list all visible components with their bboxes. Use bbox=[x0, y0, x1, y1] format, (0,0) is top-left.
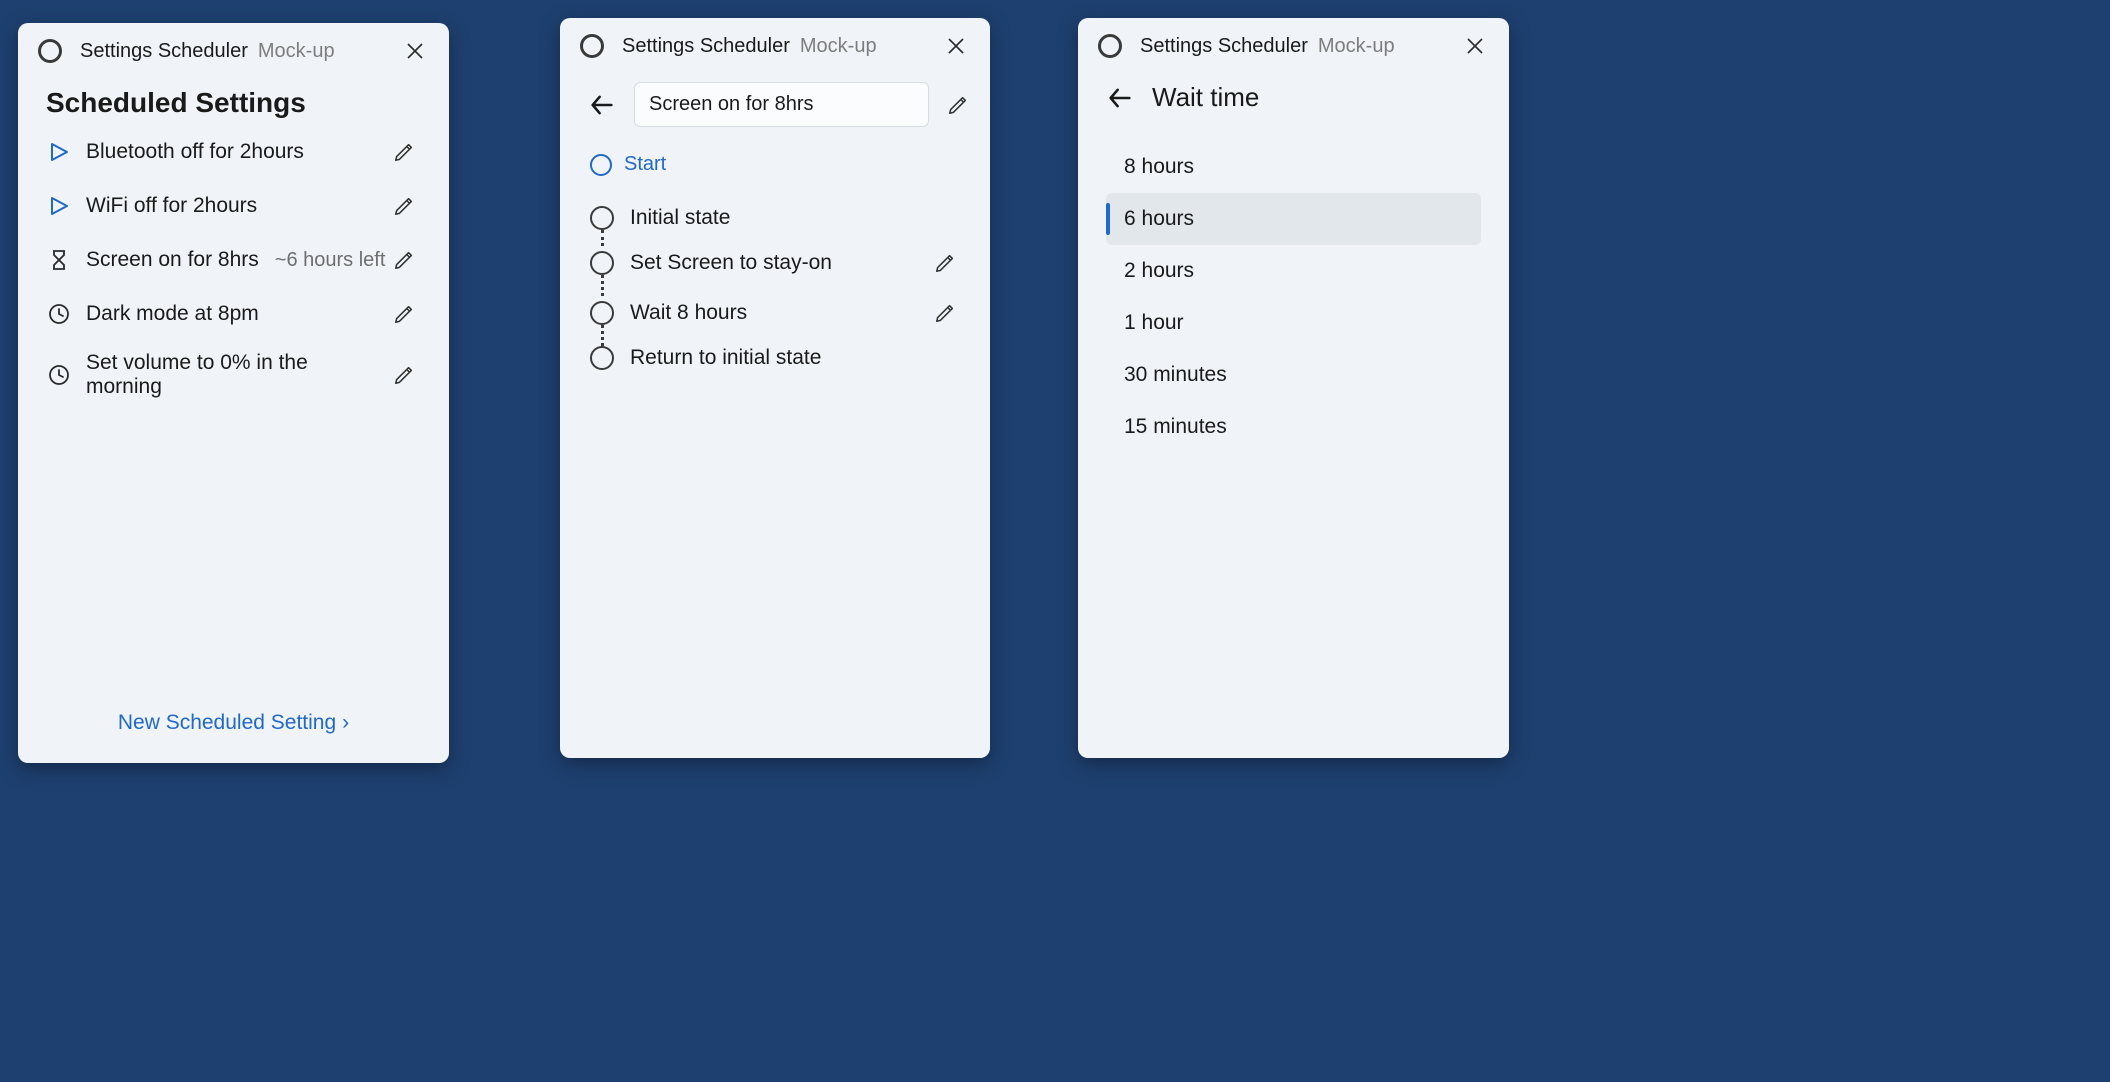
rule-row[interactable]: Set volume to 0% in the morning bbox=[46, 341, 421, 409]
titlebar: Settings Scheduler Mock-up bbox=[1078, 18, 1509, 70]
close-button[interactable] bbox=[401, 37, 429, 65]
timeline-step[interactable]: Set Screen to stay-on bbox=[590, 238, 962, 288]
app-icon bbox=[1098, 34, 1122, 58]
play-icon bbox=[46, 193, 72, 219]
back-button[interactable] bbox=[588, 91, 616, 119]
close-icon bbox=[407, 43, 423, 59]
rule-label: WiFi off for 2hours bbox=[86, 194, 257, 218]
app-title: Settings Scheduler bbox=[1140, 35, 1308, 58]
app-icon bbox=[38, 39, 62, 63]
wait-time-option[interactable]: 6 hours bbox=[1106, 193, 1481, 245]
edit-title-button[interactable] bbox=[947, 88, 969, 122]
timeline-node-icon bbox=[590, 346, 614, 370]
edit-rule-button[interactable] bbox=[387, 297, 421, 331]
wait-time-option[interactable]: 8 hours bbox=[1106, 141, 1481, 193]
timeline-step-label: Return to initial state bbox=[630, 346, 821, 370]
wait-time-option[interactable]: 1 hour bbox=[1106, 297, 1481, 349]
timeline-step[interactable]: Wait 8 hours bbox=[590, 288, 962, 338]
page-title: Scheduled Settings bbox=[46, 87, 421, 119]
rule-meta: ~6 hours left bbox=[275, 249, 386, 272]
timeline-step-label: Wait 8 hours bbox=[630, 301, 747, 325]
timeline-step[interactable]: Return to initial state bbox=[590, 338, 962, 378]
rule-title-input[interactable] bbox=[634, 82, 929, 127]
back-arrow-icon bbox=[588, 91, 616, 119]
play-icon bbox=[46, 139, 72, 165]
rule-row[interactable]: WiFi off for 2hours bbox=[46, 179, 421, 233]
rule-label: Bluetooth off for 2hours bbox=[86, 140, 304, 164]
rule-label: Set volume to 0% in the morning bbox=[86, 351, 387, 399]
rule-row[interactable]: Screen on for 8hrs ~6 hours left bbox=[46, 233, 421, 287]
timeline-node-icon bbox=[590, 206, 614, 230]
timeline: Initial state Set Screen to stay-on Wait 8… bbox=[588, 198, 962, 378]
edit-step-button[interactable] bbox=[928, 246, 962, 280]
new-scheduled-setting-link[interactable]: New Scheduled Setting › bbox=[118, 711, 349, 734]
clock-icon bbox=[46, 301, 72, 327]
timeline-node-icon bbox=[590, 301, 614, 325]
app-subtitle: Mock-up bbox=[800, 35, 877, 58]
rule-list: Bluetooth off for 2hours WiFi off for 2ho… bbox=[46, 125, 421, 409]
hourglass-icon bbox=[46, 247, 72, 273]
wait-time-option[interactable]: 30 minutes bbox=[1106, 349, 1481, 401]
window-wait-time-picker: Settings Scheduler Mock-up Wait time 8 h… bbox=[1078, 18, 1509, 758]
rule-row[interactable]: Bluetooth off for 2hours bbox=[46, 125, 421, 179]
new-link-label: New Scheduled Setting bbox=[118, 711, 336, 734]
edit-rule-button[interactable] bbox=[387, 189, 421, 223]
app-subtitle: Mock-up bbox=[1318, 35, 1395, 58]
back-arrow-icon bbox=[1106, 84, 1134, 112]
close-button[interactable] bbox=[942, 32, 970, 60]
chevron-right-icon: › bbox=[342, 711, 349, 734]
app-icon bbox=[580, 34, 604, 58]
wait-time-option[interactable]: 15 minutes bbox=[1106, 401, 1481, 453]
start-label: Start bbox=[624, 153, 666, 176]
page-title: Wait time bbox=[1152, 82, 1259, 113]
app-title: Settings Scheduler bbox=[622, 35, 790, 58]
pencil-icon bbox=[947, 94, 969, 116]
timeline-step-label: Set Screen to stay-on bbox=[630, 251, 832, 275]
titlebar: Settings Scheduler Mock-up bbox=[560, 18, 990, 70]
start-button[interactable]: Start bbox=[588, 153, 962, 176]
edit-rule-button[interactable] bbox=[387, 243, 421, 277]
titlebar: Settings Scheduler Mock-up bbox=[18, 23, 449, 75]
rule-row[interactable]: Dark mode at 8pm bbox=[46, 287, 421, 341]
rule-label: Screen on for 8hrs bbox=[86, 248, 259, 272]
wait-time-option[interactable]: 2 hours bbox=[1106, 245, 1481, 297]
timeline-step[interactable]: Initial state bbox=[590, 198, 962, 238]
window-rule-editor: Settings Scheduler Mock-up Start Initial… bbox=[560, 18, 990, 758]
wait-time-options: 8 hours6 hours2 hours1 hour30 minutes15 … bbox=[1106, 141, 1481, 453]
start-ring-icon bbox=[590, 154, 612, 176]
close-icon bbox=[948, 38, 964, 54]
edit-rule-button[interactable] bbox=[387, 358, 421, 392]
app-subtitle: Mock-up bbox=[258, 40, 335, 63]
close-button[interactable] bbox=[1461, 32, 1489, 60]
edit-step-button[interactable] bbox=[928, 296, 962, 330]
rule-label: Dark mode at 8pm bbox=[86, 302, 259, 326]
clock-icon bbox=[46, 362, 72, 388]
close-icon bbox=[1467, 38, 1483, 54]
timeline-node-icon bbox=[590, 251, 614, 275]
app-title: Settings Scheduler bbox=[80, 40, 248, 63]
timeline-step-label: Initial state bbox=[630, 206, 730, 230]
window-scheduled-list: Settings Scheduler Mock-up Scheduled Set… bbox=[18, 23, 449, 763]
edit-rule-button[interactable] bbox=[387, 135, 421, 169]
back-button[interactable] bbox=[1106, 84, 1134, 112]
